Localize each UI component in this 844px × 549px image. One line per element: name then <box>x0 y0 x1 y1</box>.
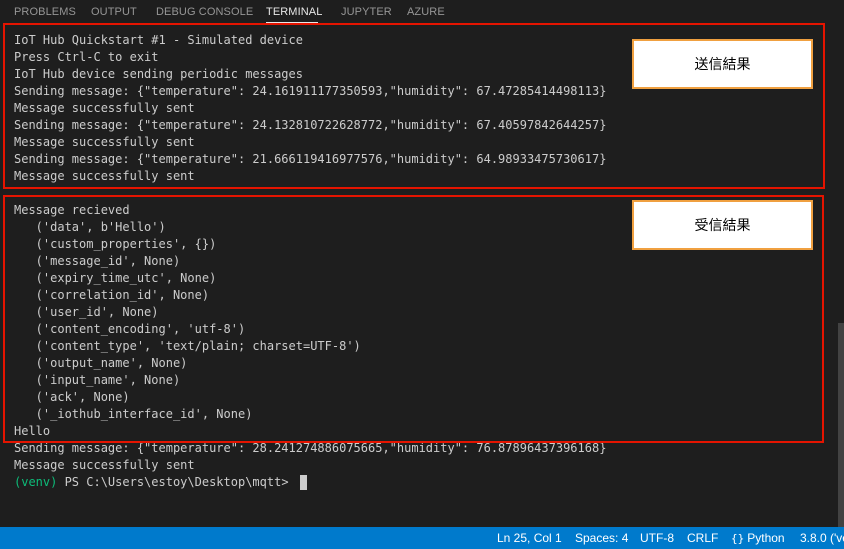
send-result-label: 送信結果 <box>632 39 813 89</box>
language-mode[interactable]: {} Python <box>731 531 785 545</box>
indentation-setting[interactable]: Spaces: 4 <box>575 531 628 545</box>
tab-output[interactable]: OUTPUT <box>91 6 137 18</box>
tab-jupyter[interactable]: JUPYTER <box>341 6 392 18</box>
terminal-cursor <box>299 475 307 490</box>
terminal-line: Message successfully sent <box>14 458 195 472</box>
language-label: Python <box>747 531 785 545</box>
terminal-prompt-line[interactable]: (venv) PS C:\Users\estoy\Desktop\mqtt> <box>14 474 307 491</box>
terminal-scrollbar[interactable] <box>838 323 844 527</box>
status-bar: Ln 25, Col 1 Spaces: 4 UTF-8 CRLF {} Pyth… <box>0 527 844 549</box>
tab-azure[interactable]: AZURE <box>407 6 445 18</box>
tab-problems[interactable]: PROBLEMS <box>14 6 76 18</box>
curly-braces-icon: {} <box>731 532 745 545</box>
prompt-path: PS C:\Users\estoy\Desktop\mqtt> <box>57 475 296 489</box>
receive-result-label: 受信結果 <box>632 200 813 250</box>
encoding-setting[interactable]: UTF-8 <box>640 531 674 545</box>
terminal-output[interactable]: IoT Hub Quickstart #1 - Simulated device… <box>0 23 844 527</box>
cursor-position[interactable]: Ln 25, Col 1 <box>497 531 562 545</box>
python-interpreter[interactable]: 3.8.0 ('ve <box>800 531 844 545</box>
venv-indicator: (venv) <box>14 475 58 489</box>
tab-debug-console[interactable]: DEBUG CONSOLE <box>156 6 253 18</box>
line-ending-setting[interactable]: CRLF <box>687 531 718 545</box>
tab-terminal[interactable]: TERMINAL <box>266 6 322 18</box>
